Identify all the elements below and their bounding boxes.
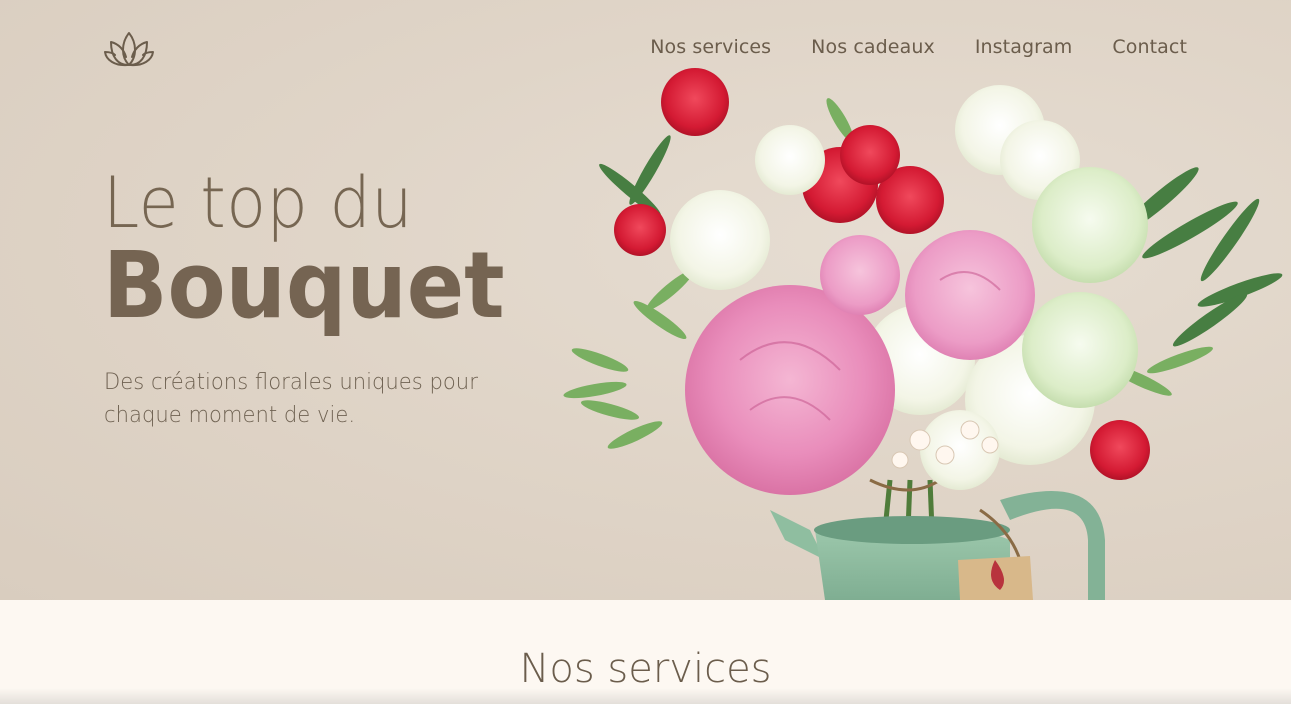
hero-section: Nos services Nos cadeaux Instagram Conta… [0, 0, 1291, 600]
hero-title-bold: Bouquet [103, 232, 505, 339]
bottom-shade [0, 688, 1291, 704]
nav-link-instagram[interactable]: Instagram [975, 36, 1073, 58]
flower-bouquet-image [563, 68, 1283, 600]
main-nav: Nos services Nos cadeaux Instagram Conta… [650, 36, 1187, 58]
hero-title-light: Le top du [103, 162, 414, 244]
page: Nos services Nos cadeaux Instagram Conta… [0, 0, 1291, 704]
hero-subtitle: Des créations florales uniques pour chaq… [104, 370, 478, 428]
nav-link-services[interactable]: Nos services [650, 36, 771, 58]
nav-link-gifts[interactable]: Nos cadeaux [811, 36, 935, 58]
services-title: Nos services [519, 646, 772, 692]
nav-link-contact[interactable]: Contact [1112, 36, 1187, 58]
lotus-icon [104, 32, 154, 67]
